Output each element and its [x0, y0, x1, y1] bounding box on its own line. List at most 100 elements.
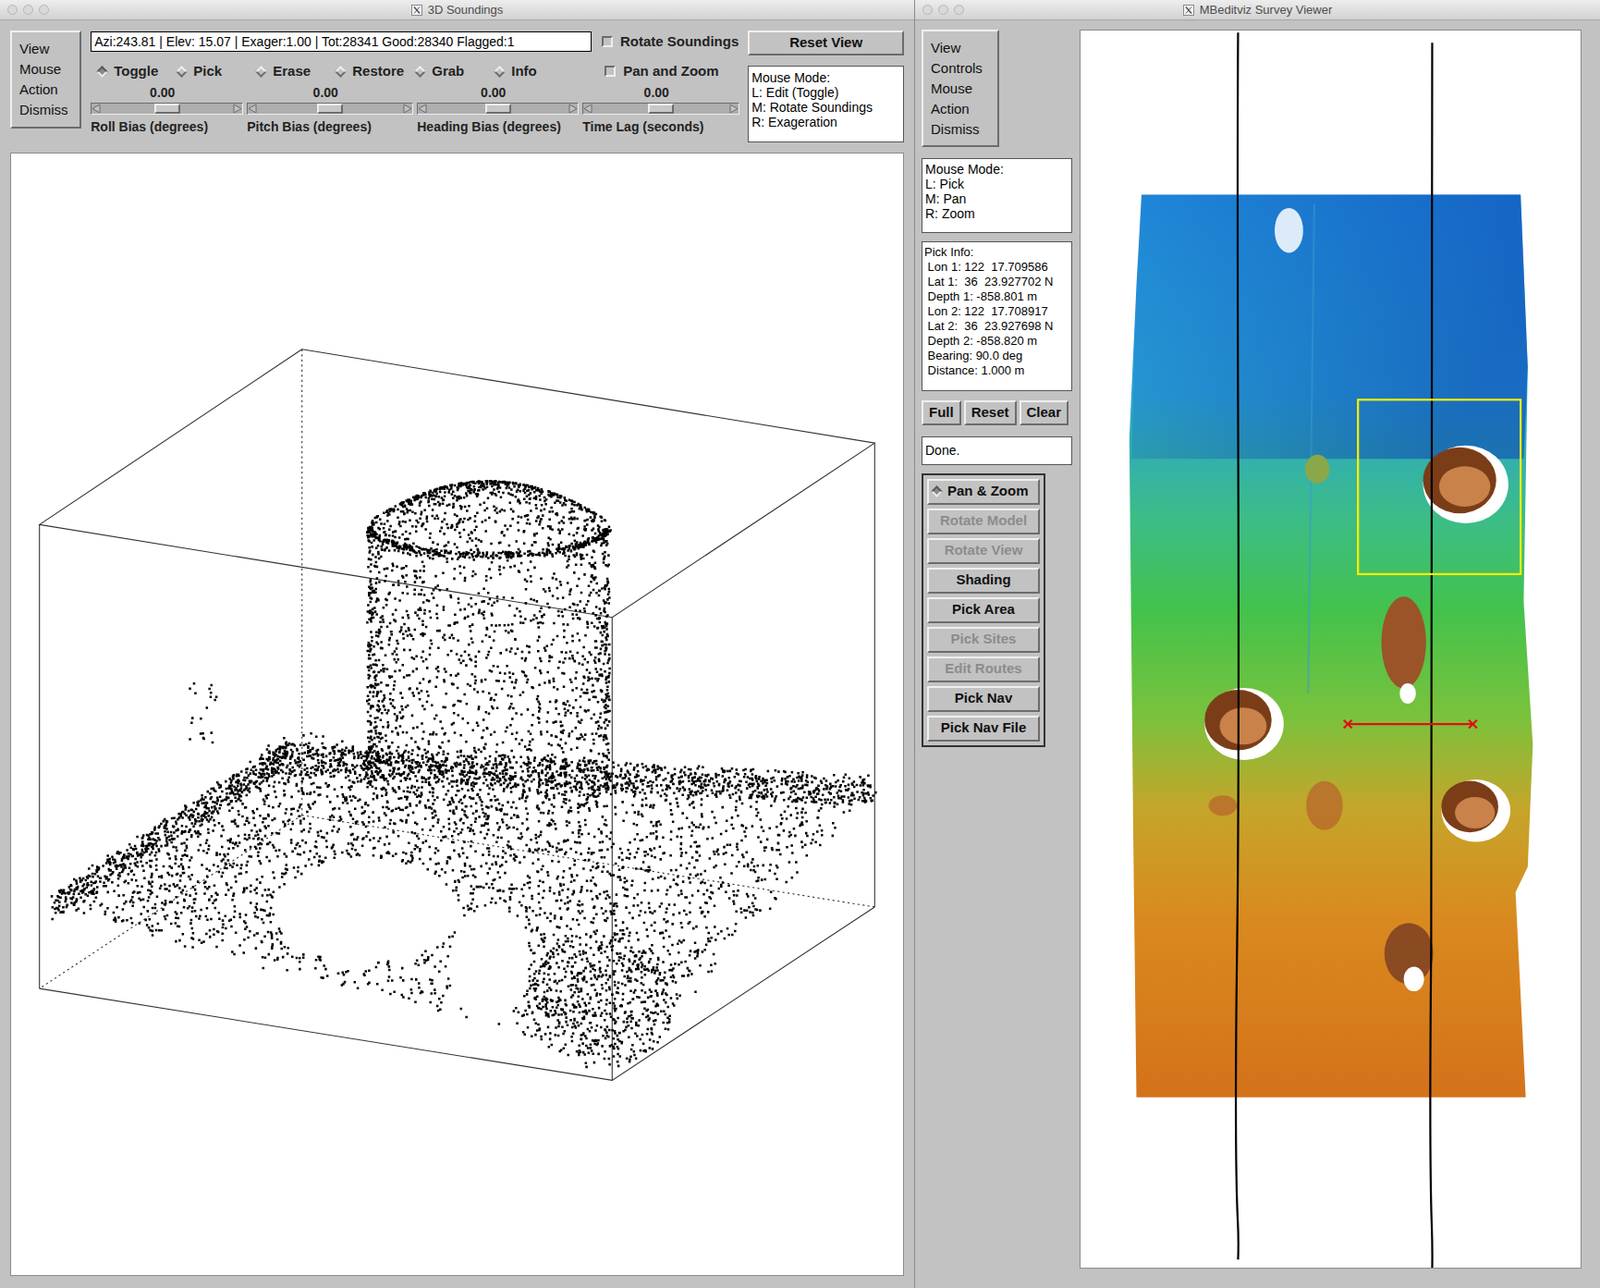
status-box: Azi:243.81 | Elev: 15.07 | Exager:1.00 |… — [90, 31, 592, 52]
slider: 0.00 Roll Bias (degrees) — [90, 85, 244, 135]
slider: 0.00Time Lag (seconds) — [582, 85, 740, 135]
title-bar[interactable]: MBeditviz Survey Viewer — [915, 0, 1600, 21]
right-arrow-icon[interactable] — [232, 104, 242, 113]
control-area: ViewMouseActionDismiss Azi:243.81 | Elev:… — [0, 20, 915, 152]
left-arrow-icon[interactable] — [92, 104, 101, 113]
view-button[interactable]: Reset — [964, 400, 1017, 426]
mode-radio[interactable]: Erase — [256, 61, 337, 83]
slider-value: 0.00 — [582, 85, 740, 100]
minimize-button[interactable] — [938, 4, 949, 15]
slider: 0.00 Pitch Bias (degrees) — [246, 85, 414, 135]
tool-button[interactable]: Pick Sites — [927, 626, 1040, 653]
window-title: 3D Soundings — [427, 0, 504, 20]
close-button[interactable] — [7, 4, 18, 15]
left-arrow-icon[interactable] — [584, 104, 593, 113]
checkbox-box[interactable] — [601, 36, 613, 48]
tool-button[interactable]: Pick Nav File — [927, 715, 1040, 742]
menu-item[interactable]: View — [19, 38, 73, 60]
menu-item[interactable]: Dismiss — [930, 119, 990, 140]
area-selection[interactable] — [1357, 399, 1521, 575]
bathymetry-map[interactable] — [1080, 30, 1581, 1268]
tool-button[interactable]: Rotate View — [927, 537, 1040, 564]
left-arrow-icon[interactable] — [248, 104, 257, 113]
crater — [1441, 779, 1511, 843]
radio-indicator[interactable] — [414, 65, 427, 78]
bathymetry-grid — [1129, 195, 1534, 1098]
mode-radio[interactable]: Toggle — [97, 61, 178, 83]
tool-button[interactable]: Shading — [927, 567, 1040, 594]
title-bar[interactable]: 3D Soundings — [0, 0, 915, 21]
mode-radio[interactable]: Restore — [336, 61, 416, 83]
close-button[interactable] — [922, 4, 933, 15]
menu-box: ViewMouseActionDismiss — [10, 30, 82, 129]
minimize-button[interactable] — [23, 4, 34, 15]
menu-item[interactable]: Action — [930, 98, 990, 120]
radio-indicator[interactable] — [175, 65, 188, 78]
menu-item[interactable]: Mouse — [930, 78, 990, 99]
soundings-points — [50, 479, 878, 1068]
x11-icon — [1183, 4, 1195, 16]
mode-radio[interactable]: Grab — [415, 61, 496, 83]
pick-info-box: Pick Info: Lon 1: 122 17.709586 Lat 1: 3… — [921, 241, 1073, 391]
slider-value: 0.00 — [416, 85, 579, 100]
radio-indicator[interactable] — [96, 65, 109, 78]
right-arrow-icon[interactable] — [403, 104, 412, 113]
crater — [1204, 687, 1284, 760]
desktop: 3D SoundingsViewMouseActionDismissAzi:24… — [0, 0, 1600, 1288]
radio-indicator[interactable] — [930, 485, 943, 498]
tool-button[interactable]: Pick Area — [927, 597, 1040, 623]
checkbox[interactable]: Pan and Zoom — [604, 61, 719, 83]
soundings-canvas[interactable] — [10, 152, 904, 1276]
radio-indicator[interactable] — [334, 65, 347, 78]
menu-item[interactable]: Mouse — [19, 59, 73, 80]
mouse-mode-box: Mouse Mode:L: PickM: PanR: Zoom — [921, 158, 1073, 233]
zoom-button[interactable] — [38, 4, 49, 15]
slider: 0.00 Heading Bias (degrees) — [416, 85, 579, 135]
menu-item[interactable]: Action — [19, 79, 73, 100]
reset-view-button[interactable]: Reset View — [747, 30, 904, 56]
menu-item[interactable]: View — [930, 37, 990, 59]
tool-button[interactable]: Pick Nav — [927, 685, 1040, 712]
survey-canvas[interactable] — [1079, 29, 1582, 1269]
tool-button[interactable]: Edit Routes — [927, 656, 1040, 683]
radio-indicator[interactable] — [255, 65, 268, 78]
window-buttons[interactable] — [915, 4, 980, 15]
menu-item[interactable]: Controls — [930, 58, 990, 79]
mode-radio[interactable]: Pick — [177, 61, 257, 83]
view-button[interactable]: Full — [921, 400, 962, 426]
checkbox-box[interactable] — [604, 65, 616, 77]
menu-box: ViewControlsMouseActionDismiss — [921, 29, 1000, 147]
right-arrow-icon[interactable] — [729, 104, 738, 113]
checkbox[interactable]: Rotate Soundings — [601, 31, 739, 53]
mode-radio[interactable]: Info — [495, 61, 575, 83]
slider-track[interactable] — [246, 102, 414, 115]
soundings-window: 3D Soundings ViewMouseActionDismiss Azi:24… — [0, 0, 916, 1288]
slider-thumb[interactable] — [485, 103, 512, 114]
slider-thumb[interactable] — [154, 103, 181, 114]
slider-label: Pitch Bias (degrees) — [246, 119, 414, 135]
point-cloud[interactable] — [11, 153, 904, 1275]
window-buttons[interactable] — [0, 4, 65, 15]
slider-label: Heading Bias (degrees) — [416, 119, 579, 135]
pick-line[interactable] — [1343, 720, 1478, 729]
tool-button[interactable]: Rotate Model — [927, 508, 1040, 535]
mode-radio-group: TogglePickEraseRestoreGrabInfo — [90, 61, 595, 83]
tool-button[interactable]: Pan & Zoom — [927, 478, 1040, 505]
slider-thumb[interactable] — [647, 103, 674, 114]
nav-track — [1235, 32, 1239, 1259]
slider-thumb[interactable] — [317, 103, 343, 114]
radio-indicator[interactable] — [493, 65, 506, 78]
nav-track — [1429, 42, 1432, 1268]
slider-track[interactable] — [416, 102, 579, 115]
slider-label: Roll Bias (degrees) — [90, 119, 244, 135]
slider-track[interactable] — [582, 102, 740, 115]
slider-track[interactable] — [90, 102, 244, 115]
slider-value: 0.00 — [90, 85, 244, 100]
right-arrow-icon[interactable] — [568, 104, 577, 113]
status-box: Done. — [921, 436, 1073, 465]
view-button[interactable]: Clear — [1019, 400, 1070, 426]
slider-value: 0.00 — [246, 85, 414, 100]
left-arrow-icon[interactable] — [418, 104, 428, 113]
zoom-button[interactable] — [953, 4, 965, 15]
menu-item[interactable]: Dismiss — [19, 99, 73, 121]
